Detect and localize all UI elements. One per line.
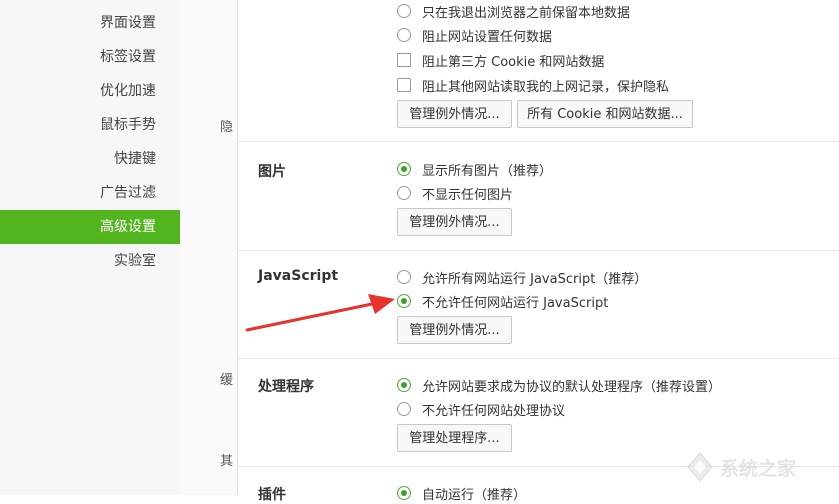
radio-button[interactable] [397,186,411,200]
option-label: 自动运行（推荐） [422,488,527,503]
section-label-privacy-cut: 隐 [220,120,234,135]
section-title-handlers: 处理程序 [258,379,314,395]
section-divider [237,250,839,251]
section-label-cache-cut: 缓 [220,373,234,388]
radio-button-selected[interactable] [397,162,411,176]
sidebar-item-optimize[interactable]: 优化加速 [0,74,180,108]
manage-exceptions-button-javascript[interactable]: 管理例外情况... [397,316,512,344]
option-label: 不允许任何网站处理协议 [422,404,566,419]
watermark-text: 系统之家 [720,457,797,480]
annotation-arrow [245,294,395,332]
settings-sidebar: 界面设置 标签设置 优化加速 鼠标手势 快捷键 广告过滤 高级设置 实验室 [0,0,180,495]
option-label: 阻止网站设置任何数据 [422,30,553,45]
sidebar-item-advanced[interactable]: 高级设置 [0,210,180,244]
section-title-plugins: 插件 [258,487,286,503]
option-label: 不允许任何网站运行 JavaScript [422,296,609,311]
watermark-logo: 系统之家 [680,445,830,490]
section-title-images: 图片 [258,164,286,180]
option-label: 只在我退出浏览器之前保留本地数据 [422,6,631,21]
section-divider [237,141,839,142]
sidebar-item-ad-filter[interactable]: 广告过滤 [0,176,180,210]
sidebar-item-mouse-gestures[interactable]: 鼠标手势 [0,108,180,142]
radio-button-selected[interactable] [397,486,411,500]
settings-panel [237,0,839,495]
checkbox[interactable] [397,53,411,67]
sidebar-item-interface[interactable]: 界面设置 [0,6,180,40]
manage-handlers-button[interactable]: 管理处理程序... [397,424,512,452]
section-label-column: 隐 缓 其 [180,0,237,495]
sidebar-item-shortcuts[interactable]: 快捷键 [0,142,180,176]
radio-button-selected[interactable] [397,378,411,392]
sidebar-item-tabs[interactable]: 标签设置 [0,40,180,74]
manage-exceptions-button-privacy[interactable]: 管理例外情况... [397,100,512,128]
radio-button[interactable] [397,4,411,18]
option-label: 不显示任何图片 [422,188,514,203]
section-divider [237,358,839,359]
option-label: 允许所有网站运行 JavaScript（推荐） [422,272,648,287]
all-cookies-and-site-data-button[interactable]: 所有 Cookie 和网站数据... [517,100,693,128]
option-label: 显示所有图片（推荐） [422,164,553,179]
option-label: 允许网站要求成为协议的默认处理程序（推荐设置） [422,380,722,395]
radio-button[interactable] [397,28,411,42]
radio-button[interactable] [397,270,411,284]
section-title-javascript: JavaScript [258,268,339,284]
option-label: 阻止其他网站读取我的上网记录，保护隐私 [422,80,670,95]
checkbox[interactable] [397,78,411,92]
manage-exceptions-button-images[interactable]: 管理例外情况... [397,208,512,236]
option-label: 阻止第三方 Cookie 和网站数据 [422,55,605,70]
sidebar-item-lab[interactable]: 实验室 [0,244,180,278]
section-label-other-cut: 其 [220,454,234,469]
radio-button[interactable] [397,402,411,416]
